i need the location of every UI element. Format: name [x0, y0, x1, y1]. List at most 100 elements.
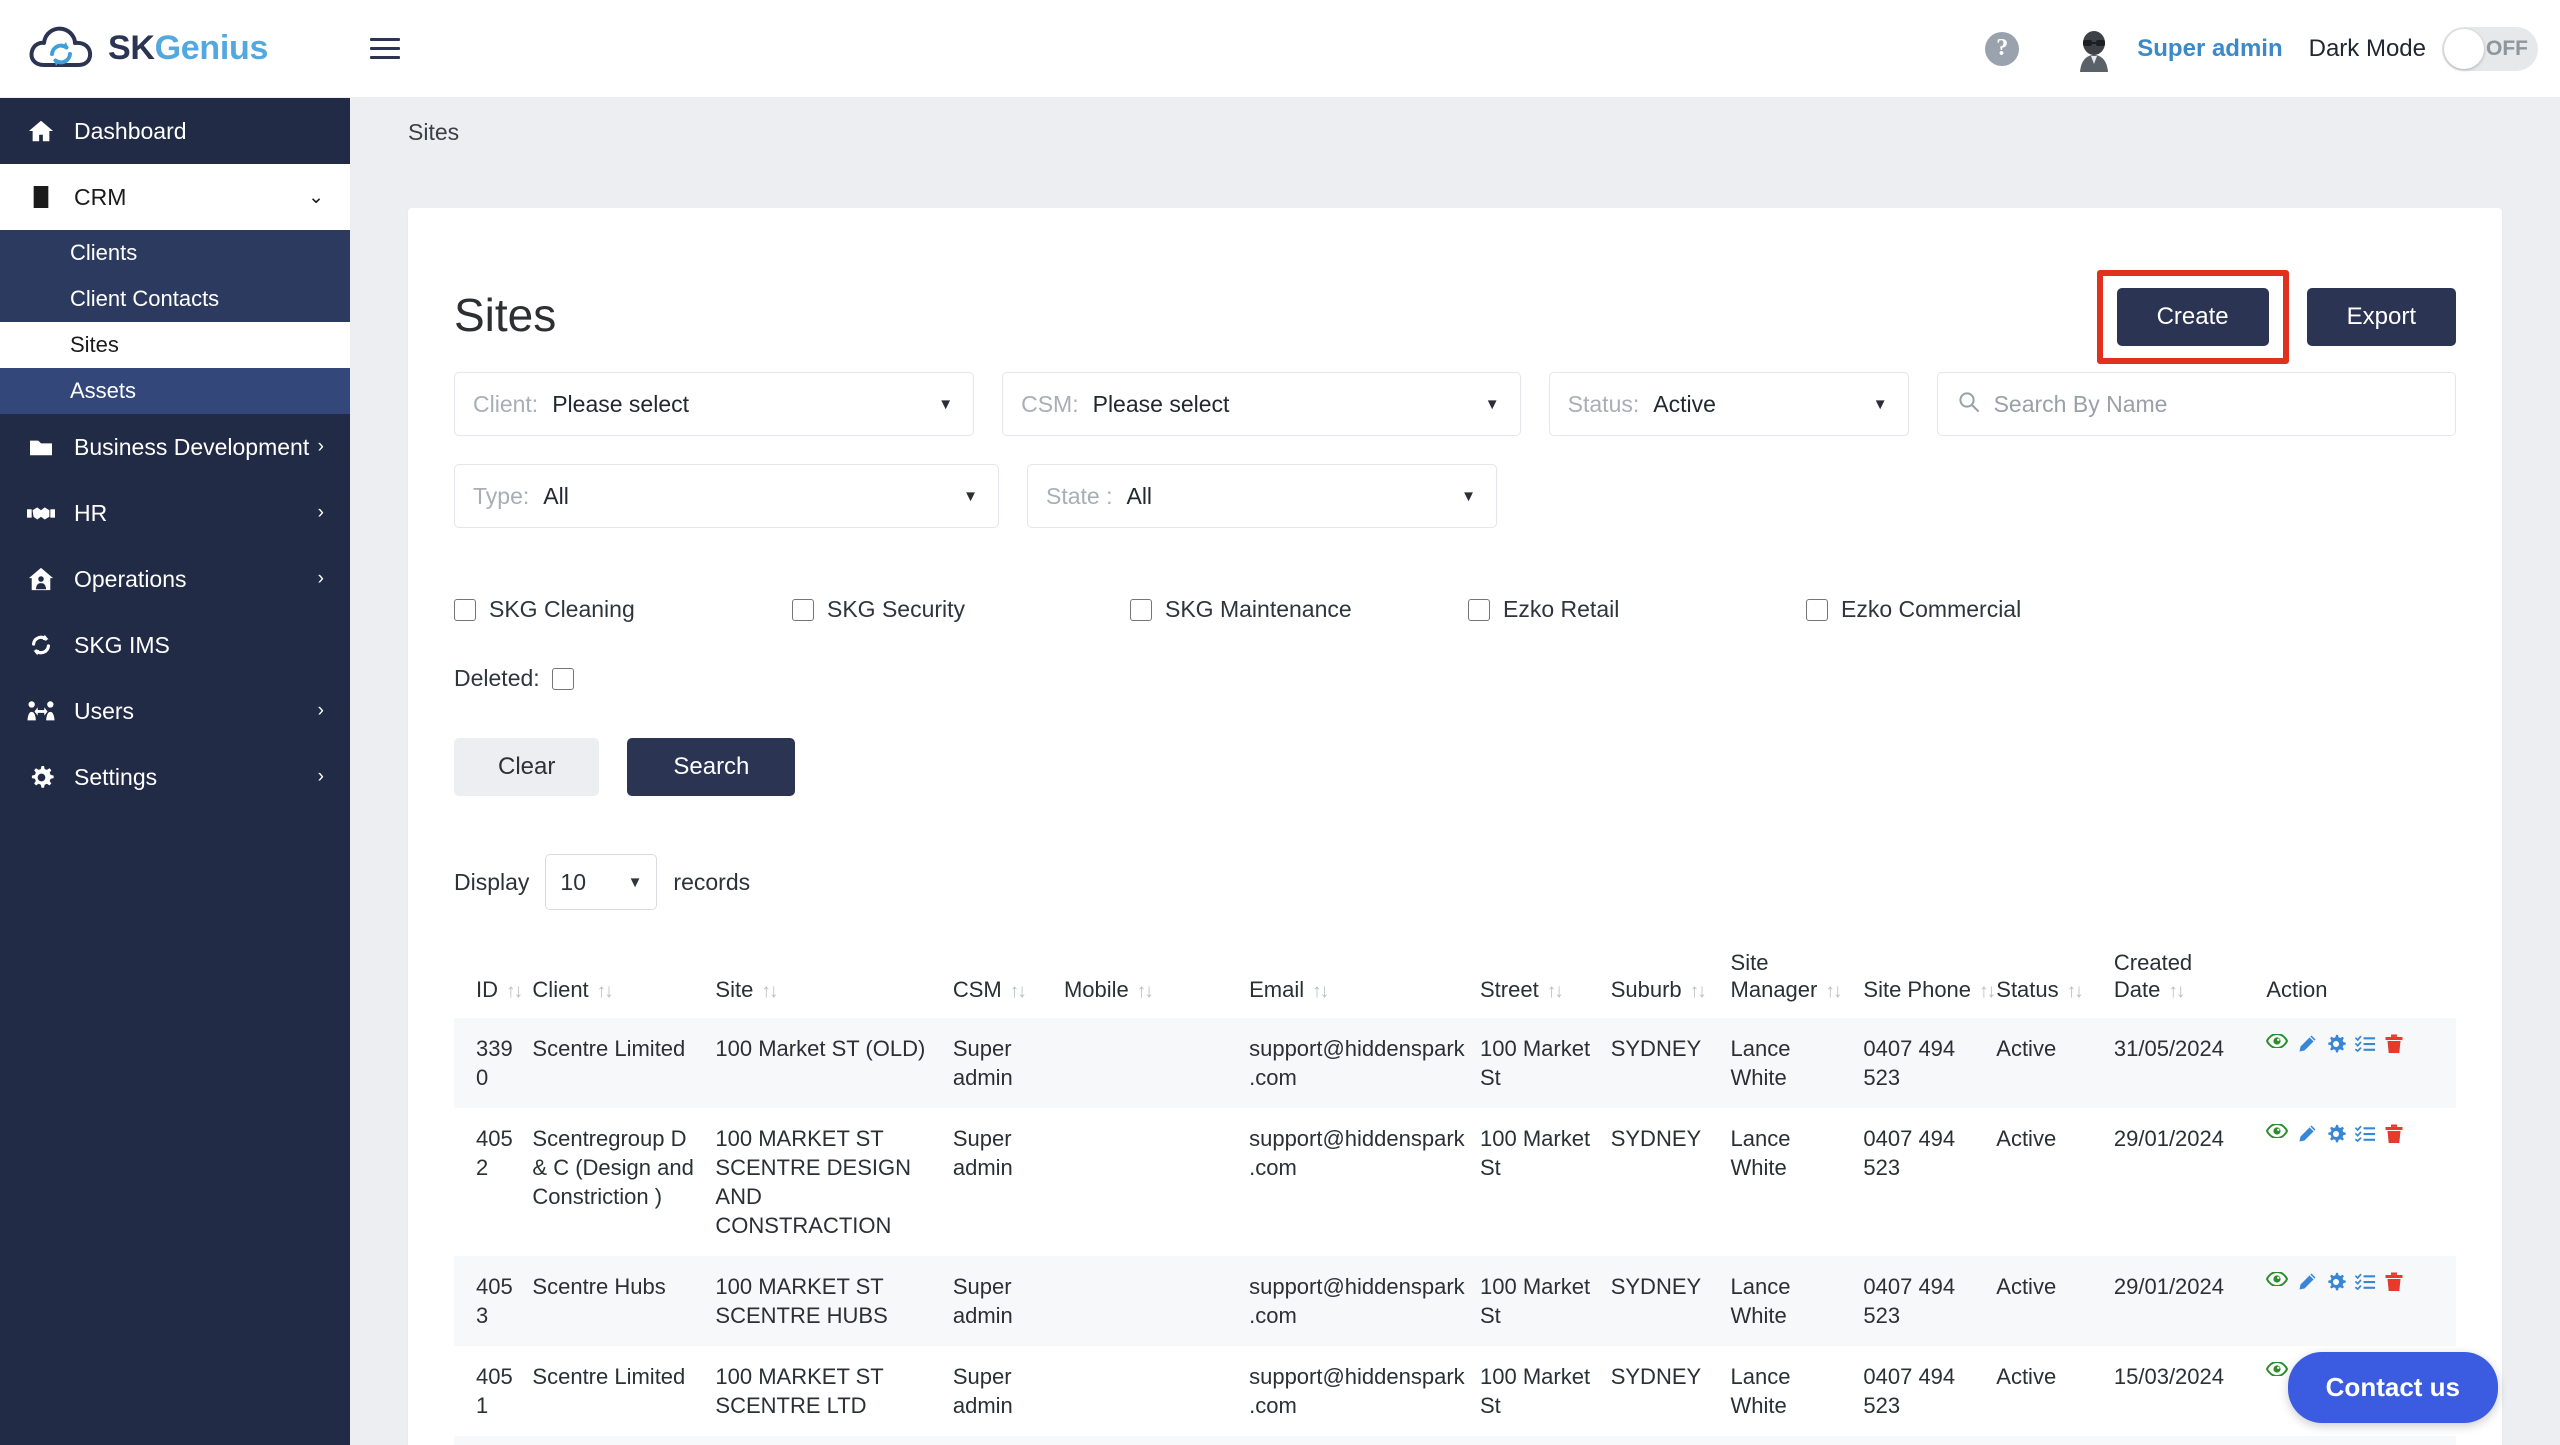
sidebar-item-users[interactable]: Users ›	[0, 678, 350, 744]
sidebar-item-dashboard[interactable]: Dashboard	[0, 98, 350, 164]
sidebar-item-clients[interactable]: Clients	[0, 230, 350, 276]
column-header-email[interactable]: Email ↑↓	[1249, 950, 1480, 1018]
sidebar-item-settings[interactable]: Settings ›	[0, 744, 350, 810]
dark-mode-toggle[interactable]: OFF	[2442, 26, 2538, 71]
checkbox-box[interactable]	[792, 598, 814, 621]
sort-icon[interactable]: ↑↓	[761, 981, 778, 1002]
sidebar-item-crm[interactable]: CRM ⌄	[0, 164, 350, 230]
pencil-icon[interactable]	[2297, 1034, 2317, 1054]
gear-icon[interactable]	[2326, 1034, 2347, 1054]
checkbox-skg-cleaning[interactable]: SKG Cleaning	[454, 596, 792, 623]
cell-email: support@hiddenspark.com	[1249, 1363, 1465, 1418]
client-select[interactable]: Client: Please select ▼	[454, 372, 975, 436]
cell-status: Active	[1996, 1363, 2057, 1389]
sort-icon[interactable]: ↑↓	[1312, 981, 1329, 1002]
brand-logo[interactable]: SKGenius	[0, 0, 350, 98]
cell-created-date: 14/09/2023	[2114, 1436, 2266, 1445]
sidebar-item-sites[interactable]: Sites	[0, 322, 350, 368]
checklist-icon[interactable]	[2355, 1034, 2376, 1054]
status-select[interactable]: Status: Active ▼	[1548, 372, 1909, 436]
search-input-wrapper[interactable]: Search By Name	[1936, 372, 2456, 436]
checkbox-skg-security[interactable]: SKG Security	[792, 596, 1130, 623]
column-label: Action	[2266, 976, 2328, 1002]
column-header-status[interactable]: Status ↑↓	[1996, 950, 2114, 1018]
sort-icon[interactable]: ↑↓	[1547, 981, 1564, 1002]
pencil-icon[interactable]	[2297, 1124, 2317, 1144]
csm-select[interactable]: CSM: Please select ▼	[1002, 372, 1521, 436]
column-label: ID	[476, 976, 498, 1002]
checkbox-box[interactable]	[1130, 598, 1152, 621]
cell-created-date: 29/01/2024	[2113, 1125, 2224, 1151]
contact-us-button[interactable]: Contact us	[2287, 1352, 2498, 1423]
sort-icon[interactable]: ↑↓	[1010, 981, 1027, 1002]
create-button[interactable]: Create	[2116, 288, 2269, 346]
sort-icon[interactable]: ↑↓	[1690, 981, 1707, 1002]
eye-icon[interactable]	[2266, 1032, 2289, 1054]
column-header-mobile[interactable]: Mobile ↑↓	[1064, 950, 1249, 1018]
table-row: 4053 Scentre Hubs 100 MARKET ST SCENTRE HU…	[454, 1255, 2456, 1346]
checkbox-label: SKG Maintenance	[1165, 596, 1352, 622]
column-header-site[interactable]: Site ↑↓	[715, 950, 952, 1018]
type-select-label: Type:	[473, 482, 530, 509]
sort-icon[interactable]: ↑↓	[506, 981, 523, 1002]
search-input[interactable]: Search By Name	[1994, 391, 2168, 418]
column-header-created-date[interactable]: Created Date ↑↓	[2114, 950, 2266, 1018]
eye-icon[interactable]	[2266, 1270, 2289, 1292]
column-header-street[interactable]: Street ↑↓	[1480, 950, 1611, 1018]
column-label: Client	[532, 976, 589, 1002]
checklist-icon[interactable]	[2355, 1124, 2376, 1144]
column-header-csm[interactable]: CSM ↑↓	[953, 950, 1064, 1018]
sort-icon[interactable]: ↑↓	[1137, 981, 1154, 1002]
table-body: 3390 Scentre Limited 100 Market ST (OLD) Su…	[454, 1017, 2456, 1445]
sort-icon[interactable]: ↑↓	[2168, 981, 2185, 1002]
type-select[interactable]: Type: All ▼	[454, 464, 999, 528]
column-header-site-manager[interactable]: Site Manager ↑↓	[1731, 950, 1864, 1018]
column-header-site-phone[interactable]: Site Phone ↑↓	[1863, 950, 1996, 1018]
eye-icon[interactable]	[2266, 1122, 2289, 1144]
checkbox-skg-maintenance[interactable]: SKG Maintenance	[1130, 596, 1468, 623]
checkbox-label: SKG Cleaning	[489, 596, 635, 622]
table-row: 3390 Scentre Limited 100 Market ST (OLD) Su…	[454, 1017, 2456, 1108]
sidebar-item-client-contacts[interactable]: Client Contacts	[0, 276, 350, 322]
pencil-icon[interactable]	[2297, 1272, 2317, 1292]
sort-icon[interactable]: ↑↓	[597, 981, 614, 1002]
trash-icon[interactable]	[2385, 1124, 2403, 1144]
checkbox-ezko-commercial[interactable]: Ezko Commercial	[1806, 596, 2021, 623]
column-header-client[interactable]: Client ↑↓	[532, 950, 715, 1018]
sort-icon[interactable]: ↑↓	[1979, 981, 1996, 1002]
gear-icon[interactable]	[2326, 1272, 2347, 1292]
trash-icon[interactable]	[2385, 1272, 2403, 1292]
sidebar-item-skg-ims[interactable]: SKG IMS	[0, 612, 350, 678]
clear-button[interactable]: Clear	[454, 738, 600, 796]
search-button[interactable]: Search	[627, 738, 796, 796]
user-name[interactable]: Super admin	[2137, 35, 2282, 63]
checkbox-box[interactable]	[1806, 598, 1828, 621]
sidebar-item-business-development[interactable]: Business Development ›	[0, 414, 350, 480]
cell-suburb: SYDNEY	[1610, 1363, 1702, 1389]
checklist-icon[interactable]	[2355, 1272, 2376, 1292]
card-header: Sites Create Export	[454, 248, 2456, 364]
sort-icon[interactable]: ↑↓	[2067, 981, 2084, 1002]
help-icon[interactable]: ?	[1985, 31, 2020, 66]
eye-icon[interactable]	[2266, 1360, 2289, 1382]
gear-icon[interactable]	[2326, 1124, 2347, 1144]
sidebar-item-hr[interactable]: HR ›	[0, 480, 350, 546]
export-button[interactable]: Export	[2306, 288, 2456, 346]
column-header-id[interactable]: ID ↑↓	[454, 950, 532, 1018]
state-select[interactable]: State : All ▼	[1027, 464, 1497, 528]
trash-icon[interactable]	[2385, 1034, 2403, 1054]
records-per-page-select[interactable]: 10 ▼	[545, 854, 658, 910]
cell-suburb: Sydney	[1611, 1436, 1731, 1445]
sort-icon[interactable]: ↑↓	[1825, 981, 1842, 1002]
deleted-checkbox[interactable]	[551, 667, 574, 690]
hamburger-menu-icon[interactable]	[362, 26, 408, 72]
sidebar-item-operations[interactable]: Operations ›	[0, 546, 350, 612]
avatar[interactable]	[2071, 25, 2118, 72]
column-header-suburb[interactable]: Suburb ↑↓	[1611, 950, 1731, 1018]
sidebar-item-assets[interactable]: Assets	[0, 368, 350, 414]
display-records-row: Display 10 ▼ records	[454, 854, 2456, 910]
checkbox-box[interactable]	[1468, 598, 1490, 621]
checkbox-ezko-retail[interactable]: Ezko Retail	[1468, 596, 1806, 623]
checkbox-box[interactable]	[454, 598, 476, 621]
create-button-highlight: Create	[2096, 270, 2289, 364]
